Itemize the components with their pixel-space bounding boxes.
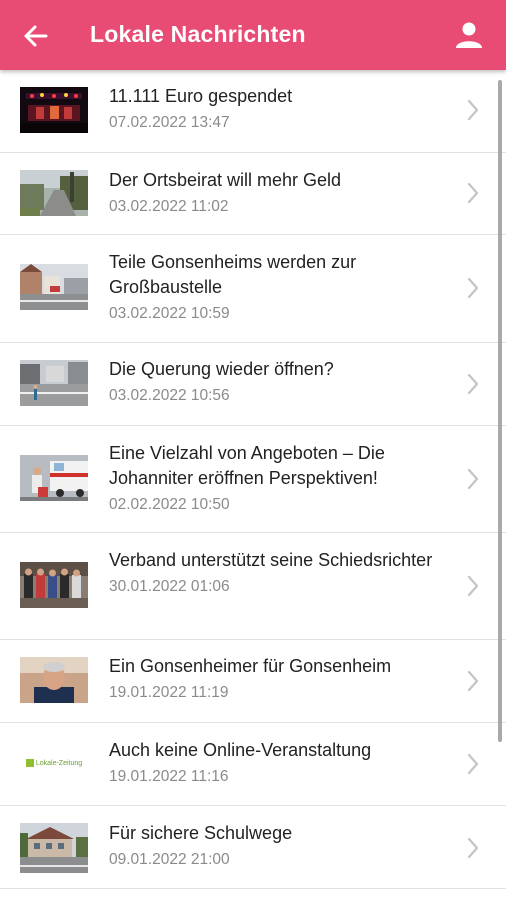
news-date: 07.02.2022 13:47 [109,114,230,131]
news-thumbnail [20,170,88,216]
chevron-right-icon [467,373,479,395]
chevron-right-icon [467,670,479,692]
news-headline: Ein Gonsenheimer für Gonsenheim [109,656,392,676]
user-icon[interactable] [454,20,484,50]
news-date: 03.02.2022 10:56 [109,387,230,404]
chevron-right-icon [467,277,479,299]
news-date: 30.01.2022 01:06 [109,578,230,595]
news-headline: 11.111 Euro gespendet [109,86,293,106]
news-thumbnail [20,562,88,608]
chevron-right-icon [467,837,479,859]
news-date: 02.02.2022 10:50 [109,496,230,513]
page-title: Lokale Nachrichten [90,21,306,47]
chevron-right-icon [467,99,479,121]
app-bar: Lokale Nachrichten [0,0,506,70]
chevron-right-icon [467,753,479,775]
news-item[interactable]: Lokale-Zeitung Auch keine Online-Veranst… [0,723,506,806]
news-headline: Verband unterstützt seine Schiedsrichter [109,550,433,570]
logo-mark [25,759,34,767]
news-date: 09.01.2022 21:00 [109,851,230,868]
arrow-left-icon[interactable] [22,22,50,50]
news-list: 11.111 Euro gespendet 07.02.2022 13:47 D… [0,70,506,889]
news-date: 19.01.2022 11:16 [109,768,229,785]
news-item[interactable]: Die Querung wieder öffnen? 03.02.2022 10… [0,343,506,426]
news-date: 03.02.2022 11:02 [109,198,229,215]
logo-text: Lokale-Zeitung [35,759,83,767]
news-item[interactable]: Ein Gonsenheimer für Gonsenheim 19.01.20… [0,640,506,723]
news-item[interactable]: Teile Gonsenheims werden zur Großbaustel… [0,235,506,343]
news-thumbnail: Lokale-Zeitung [20,740,88,786]
news-headline: Auch keine Online-Veranstaltung [109,740,372,760]
news-thumbnail [20,455,88,501]
chevron-right-icon [467,182,479,204]
news-item[interactable]: Der Ortsbeirat will mehr Geld 03.02.2022… [0,153,506,235]
news-thumbnail [20,87,88,133]
news-date: 03.02.2022 10:59 [109,305,230,322]
news-headline: Teile Gonsenheims werden zur Großbaustel… [109,252,357,297]
chevron-right-icon [467,468,479,490]
news-thumbnail [20,360,88,406]
news-item[interactable]: Eine Vielzahl von Angeboten – Die Johann… [0,426,506,533]
scrollbar[interactable] [498,80,502,742]
news-headline: Der Ortsbeirat will mehr Geld [109,170,342,190]
news-headline: Eine Vielzahl von Angeboten – Die Johann… [109,443,385,488]
news-item[interactable]: 11.111 Euro gespendet 07.02.2022 13:47 [0,70,506,153]
news-thumbnail [20,657,88,703]
news-date: 19.01.2022 11:19 [109,684,229,701]
news-item[interactable]: Für sichere Schulwege 09.01.2022 21:00 [0,806,506,889]
news-headline: Für sichere Schulwege [109,823,293,843]
news-headline: Die Querung wieder öffnen? [109,359,334,379]
chevron-right-icon [467,575,479,597]
news-thumbnail [20,823,88,873]
news-item[interactable]: Verband unterstützt seine Schiedsrichter… [0,533,506,640]
news-thumbnail [20,264,88,310]
